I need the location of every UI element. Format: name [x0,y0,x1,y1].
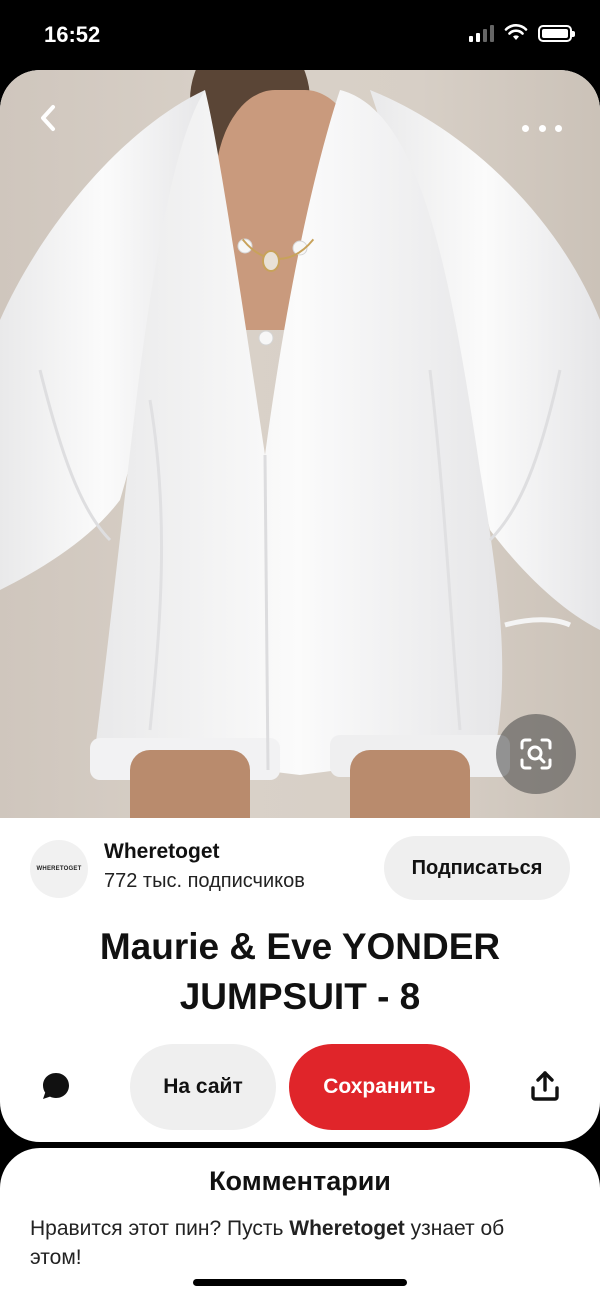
status-icons [469,24,575,42]
comments-title: Комментарии [209,1166,391,1196]
pin-sheet: WHERETOGET Wheretoget 772 тыс. подписчик… [0,70,600,1142]
visual-search-icon [520,738,552,770]
pin-title: Maurie & Eve YONDER JUMPSUIT - 8 [99,926,501,1017]
avatar[interactable]: WHERETOGET [30,840,88,898]
creator-name[interactable]: Wheretoget [104,840,220,864]
chevron-left-icon [41,105,55,131]
home-indicator [193,1279,407,1286]
comments-prompt: Нравится этот пин? Пусть Wheretoget узна… [30,1217,505,1269]
visit-site-button[interactable]: На сайт [130,1044,276,1130]
wifi-icon [504,24,528,40]
save-button[interactable]: Сохранить [289,1044,470,1130]
comments-prompt-creator[interactable]: Wheretoget [289,1217,405,1240]
share-icon[interactable] [527,1068,563,1104]
more-dots-icon[interactable] [522,118,562,138]
creator-row: WHERETOGET Wheretoget 772 тыс. подписчик… [0,834,600,904]
comment-bubble-icon[interactable] [38,1068,74,1104]
pin-image[interactable] [0,70,600,818]
comments-sheet: Комментарии Нравится этот пин? Пусть Whe… [0,1148,600,1297]
visual-search-button[interactable] [496,714,576,794]
status-bar: 16:52 [0,0,600,70]
status-time: 16:52 [44,22,101,47]
follower-count: 772 тыс. подписчиков [104,870,305,892]
follow-button[interactable]: Подписаться [384,836,570,900]
cellular-signal-icon [469,24,494,42]
battery-icon [538,24,575,42]
action-bar: На сайт Сохранить [0,1042,600,1132]
back-button[interactable] [30,98,66,138]
